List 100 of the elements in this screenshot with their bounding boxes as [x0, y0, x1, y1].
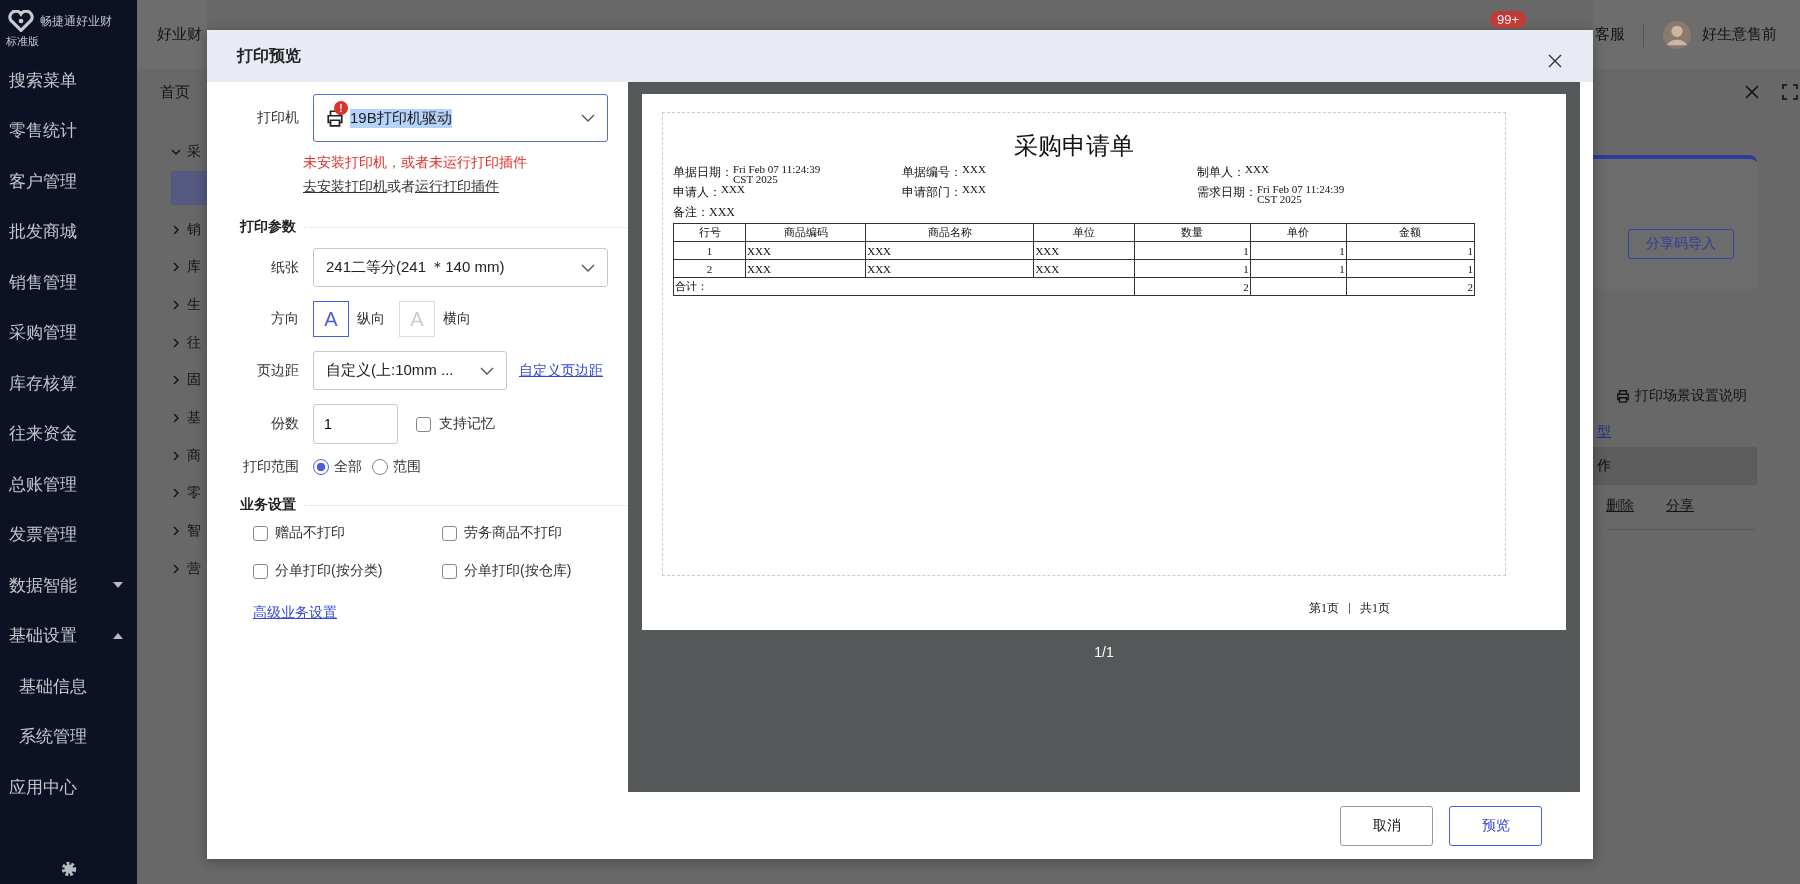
- margin-select[interactable]: 自定义(上:10mm ...: [313, 351, 507, 390]
- column-header: 商品名称: [865, 223, 1034, 242]
- sidebar-item[interactable]: 数据智能: [0, 560, 137, 611]
- range-label: 打印范围: [242, 458, 299, 476]
- sidebar-item[interactable]: 销售管理: [0, 257, 137, 308]
- column-header: 数量: [1134, 223, 1251, 242]
- dialog-button[interactable]: 取消: [1340, 805, 1433, 846]
- field-label: 需求日期：: [1197, 184, 1257, 201]
- chevron-down-icon: [581, 263, 595, 272]
- orientation-option[interactable]: A: [313, 301, 349, 337]
- checkbox-label: 劳务商品不打印: [464, 524, 562, 542]
- orientation-label: 方向: [270, 310, 299, 328]
- table-cell: 合计：: [673, 277, 1135, 296]
- field-label: 制单人：: [1197, 164, 1245, 181]
- sidebar-subitem[interactable]: 系统管理: [0, 711, 137, 762]
- column-header: 行号: [673, 223, 746, 242]
- checkbox[interactable]: [442, 563, 457, 579]
- chevron-down-icon: [480, 366, 494, 375]
- sidebar-item[interactable]: 搜索菜单: [0, 55, 137, 106]
- field-value: Fri Feb 07 11:24:39 CST 2025: [733, 164, 822, 184]
- checkbox[interactable]: [253, 525, 268, 541]
- column-header: 单价: [1250, 223, 1347, 242]
- install-printer-link[interactable]: 去安装打印机: [303, 178, 387, 194]
- fullscreen-icon[interactable]: [1782, 84, 1798, 100]
- advanced-settings-link[interactable]: 高级业务设置: [253, 604, 337, 622]
- page-number: 第1页: [1309, 600, 1339, 617]
- column-header: 金额: [1346, 223, 1475, 242]
- copies-label: 份数: [270, 415, 299, 433]
- radio-button[interactable]: [313, 459, 329, 475]
- paper-label: 纸张: [270, 258, 299, 277]
- chevron-icon[interactable]: [171, 563, 181, 574]
- brand-name: 畅捷通好业财: [40, 12, 112, 30]
- page-count: 共1页: [1360, 600, 1390, 617]
- run-plugin-link[interactable]: 运行打印插件: [415, 178, 499, 194]
- printer-icon: [1616, 389, 1630, 403]
- radio-button[interactable]: [372, 459, 388, 475]
- error-message: 未安装打印机，或者未运行打印插件: [303, 154, 528, 172]
- sidebar-item[interactable]: 零售统计: [0, 105, 137, 156]
- checkbox[interactable]: [253, 563, 268, 579]
- chevron-icon[interactable]: [171, 412, 181, 423]
- sidebar-item[interactable]: 批发商城: [0, 206, 137, 257]
- chevron-icon[interactable]: [171, 262, 181, 273]
- printer-label: 打印机: [256, 109, 299, 127]
- radio-label: 全部: [334, 458, 362, 476]
- notification-badge: 99+: [1490, 11, 1527, 28]
- table-cell: 2: [1134, 277, 1251, 296]
- checkbox[interactable]: [442, 525, 457, 541]
- chevron-icon[interactable]: [171, 526, 181, 537]
- paper-select[interactable]: 241二等分(241 ＊140 mm): [313, 248, 608, 287]
- sidebar-item[interactable]: 基础设置: [0, 610, 137, 661]
- user-name[interactable]: 好生意售前: [1702, 25, 1777, 44]
- section-heading: 打印参数: [240, 218, 296, 236]
- sidebar-item[interactable]: 往来资金: [0, 408, 137, 459]
- table-cell: 1: [673, 241, 746, 260]
- settings-icon[interactable]: [59, 860, 78, 878]
- chevron-down-icon: [581, 114, 595, 122]
- sidebar-subitem[interactable]: 基础信息: [0, 661, 137, 712]
- table-cell: 1: [1346, 259, 1475, 278]
- field-value: XXX: [1245, 164, 1269, 174]
- field-value: XXX: [721, 184, 745, 194]
- custom-margin-link[interactable]: 自定义页边距: [519, 361, 603, 380]
- column-header: 商品编码: [745, 223, 866, 242]
- sidebar-item[interactable]: 应用中心: [0, 762, 137, 813]
- column-header: 单位: [1033, 223, 1135, 242]
- checkbox[interactable]: [416, 416, 431, 432]
- table-cell: XXX: [1033, 241, 1135, 260]
- sidebar-item[interactable]: 发票管理: [0, 509, 137, 560]
- app-tab[interactable]: 好业财: [157, 25, 202, 44]
- table-cell: 1: [1134, 241, 1251, 260]
- sidebar-item[interactable]: 总账管理: [0, 459, 137, 510]
- alert-badge: !: [334, 101, 348, 115]
- sidebar-item[interactable]: 采购管理: [0, 307, 137, 358]
- remember-label: 支持记忆: [439, 415, 495, 433]
- close-icon[interactable]: [1547, 53, 1563, 69]
- chevron-icon[interactable]: [171, 337, 181, 348]
- printer-select[interactable]: ! 19B打印机驱动: [313, 94, 608, 142]
- chevron-icon[interactable]: [171, 488, 181, 499]
- support-link[interactable]: 客服: [1595, 25, 1625, 44]
- orientation-label-text: 纵向: [357, 310, 385, 328]
- chevron-icon[interactable]: [171, 450, 181, 461]
- table-cell: XXX: [865, 241, 1034, 260]
- dialog-button[interactable]: 预览: [1449, 805, 1542, 846]
- radio-label: 范围: [393, 458, 421, 476]
- table-cell: 1: [1250, 241, 1347, 260]
- table-cell: 1: [1134, 259, 1251, 278]
- sidebar-item[interactable]: 客户管理: [0, 156, 137, 207]
- margin-label: 页边距: [256, 361, 299, 380]
- table-cell: 1: [1346, 241, 1475, 260]
- copies-input[interactable]: 1: [313, 404, 398, 444]
- table-cell: XXX: [745, 259, 866, 278]
- chevron-icon[interactable]: [171, 224, 181, 235]
- field-value: Fri Feb 07 11:24:39 CST 2025: [1257, 184, 1346, 204]
- avatar-icon[interactable]: [1662, 19, 1692, 50]
- table-header: 作: [1593, 447, 1757, 485]
- remark-text: 备注：XXX: [673, 204, 736, 221]
- chevron-icon[interactable]: [171, 375, 181, 386]
- printer-icon: [326, 109, 344, 127]
- sidebar-item[interactable]: 库存核算: [0, 358, 137, 409]
- chevron-icon[interactable]: [171, 299, 181, 310]
- checkbox-label: 分单打印(按仓库): [464, 562, 572, 580]
